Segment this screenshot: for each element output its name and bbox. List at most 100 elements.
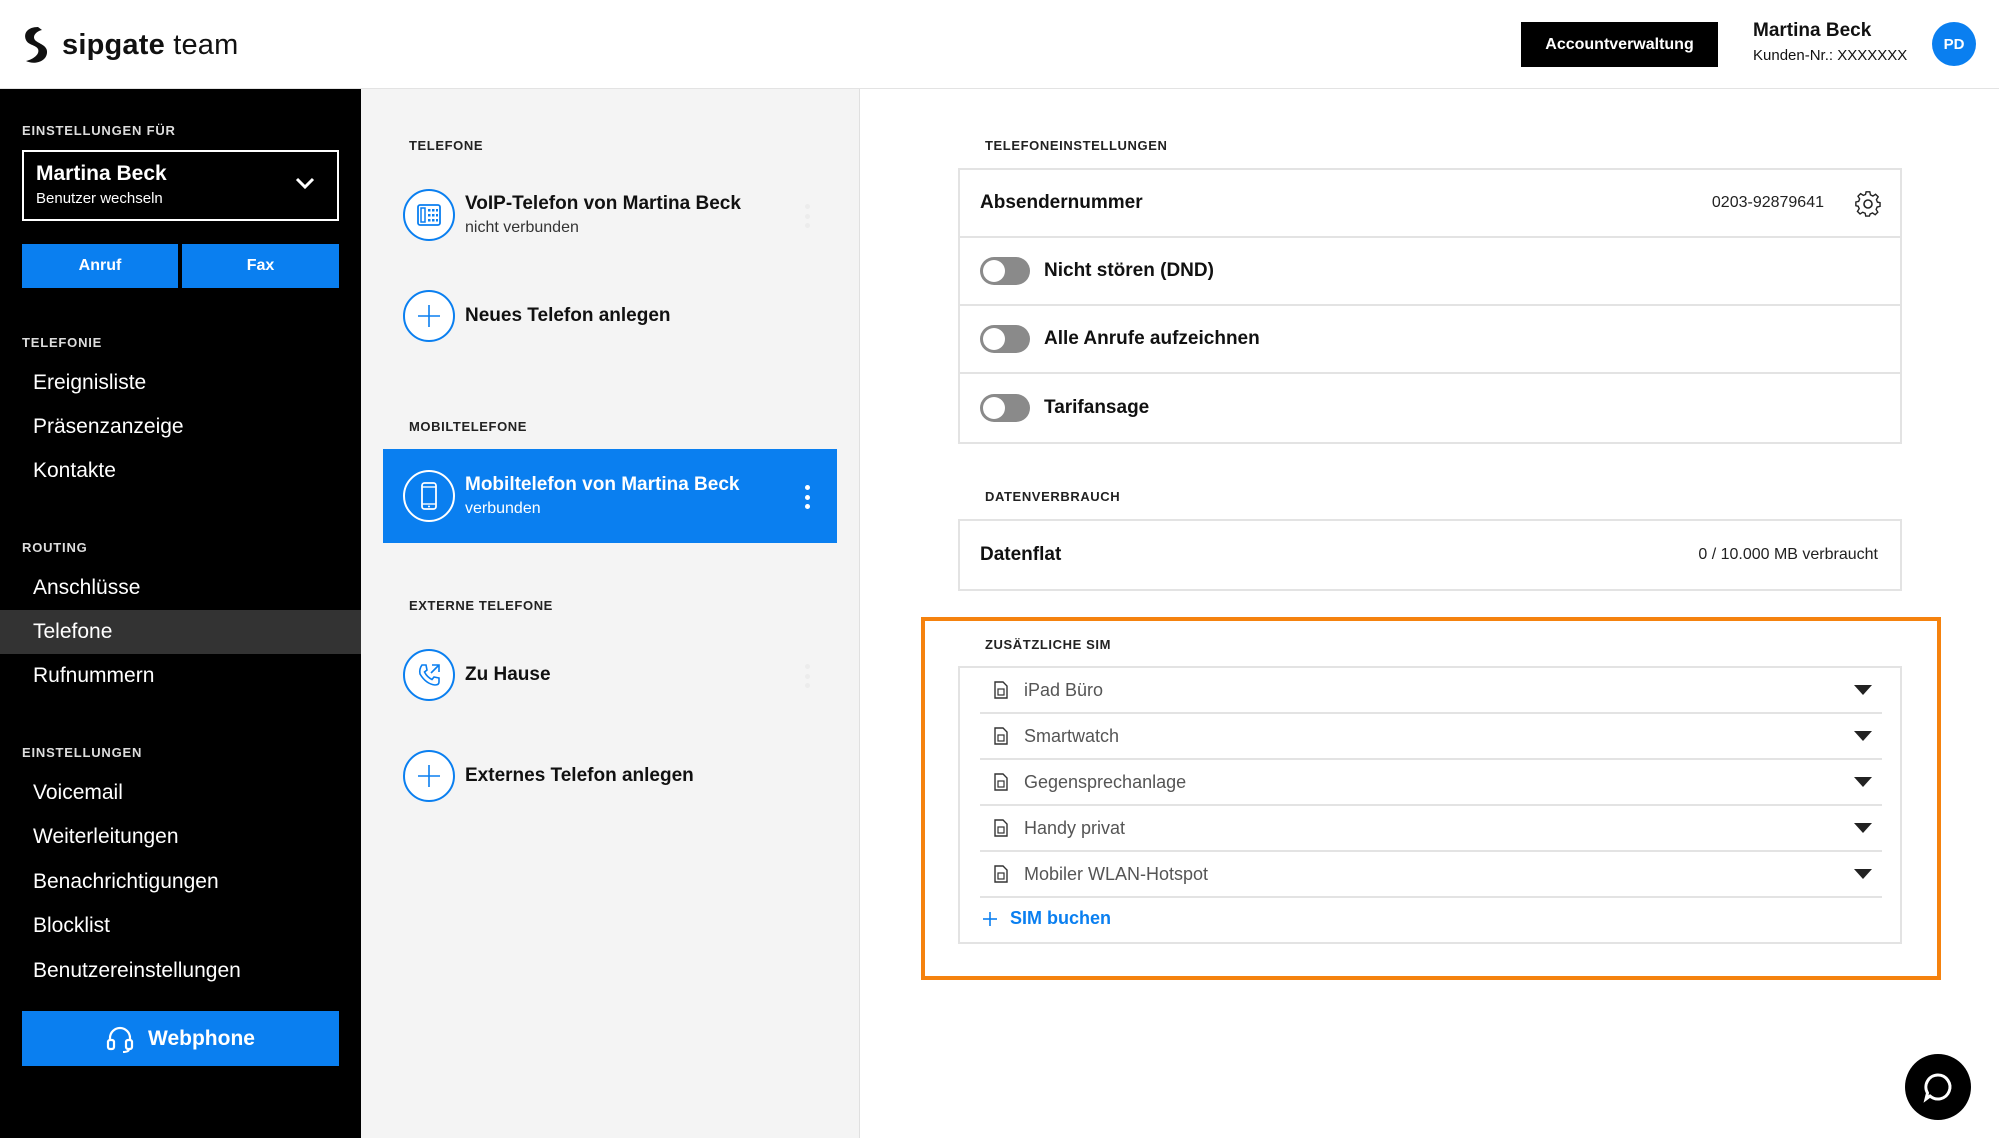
dnd-row: Nicht stören (DND) (960, 238, 1900, 306)
section-datenverbrauch: DATENVERBRAUCH (985, 489, 1121, 504)
current-user-name: Martina Beck (36, 162, 167, 185)
extra-sim-card: iPad Büro Smartwatch Gegensprechanlage H… (958, 666, 1902, 944)
gear-icon[interactable] (1854, 190, 1882, 218)
sim-item-ipad-buero[interactable]: iPad Büro (980, 668, 1882, 714)
record-calls-toggle[interactable] (980, 325, 1030, 353)
sim-card-icon (994, 681, 1008, 699)
sender-number-label: Absendernummer (980, 192, 1143, 213)
sim-item-handy-privat[interactable]: Handy privat (980, 806, 1882, 852)
caret-down-icon[interactable] (1854, 823, 1872, 833)
phone-item-zu-hause[interactable]: Zu Hause (383, 628, 837, 722)
top-header: sipgate team Accountverwaltung Martina B… (0, 0, 1999, 89)
add-external-phone-label: Externes Telefon anlegen (465, 765, 694, 786)
sim-item-smartwatch[interactable]: Smartwatch (980, 714, 1882, 760)
more-options-icon[interactable] (805, 485, 811, 509)
section-telefoneinstellungen: TELEFONEINSTELLUNGEN (985, 138, 1168, 153)
chevron-down-icon (295, 177, 315, 190)
user-info: Martina Beck Kunden-Nr.: XXXXXXX (1753, 20, 1907, 64)
sidebar-item-praesenzanzeige[interactable]: Präsenzanzeige (0, 405, 361, 449)
phone-item-mobile[interactable]: Mobiltelefon von Martina Beck verbunden (383, 449, 837, 543)
record-calls-label: Alle Anrufe aufzeichnen (1044, 328, 1260, 349)
phone-item-voip[interactable]: VoIP-Telefon von Martina Beck nicht verb… (383, 168, 837, 262)
data-flat-row: Datenflat 0 / 10.000 MB verbraucht (960, 521, 1900, 589)
sidebar-item-ereignisliste[interactable]: Ereignisliste (0, 361, 361, 405)
caret-down-icon[interactable] (1854, 685, 1872, 695)
desk-phone-icon (417, 204, 441, 226)
switch-user-label: Benutzer wechseln (36, 190, 163, 207)
sim-card-icon (994, 727, 1008, 745)
tariff-announcement-toggle[interactable] (980, 394, 1030, 422)
mobile-phone-title: Mobiltelefon von Martina Beck (465, 474, 740, 495)
sidebar-item-telefone[interactable]: Telefone (0, 610, 361, 654)
sipgate-logo-icon (25, 27, 48, 63)
section-einstellungen: EINSTELLUNGEN (22, 745, 143, 760)
sim-card-icon (994, 773, 1008, 791)
more-options-icon[interactable] (805, 664, 811, 688)
headset-icon (106, 1026, 134, 1053)
book-sim-button[interactable]: SIM buchen (982, 908, 1111, 929)
sidebar-item-voicemail[interactable]: Voicemail (0, 771, 361, 815)
section-zusaetzliche-sim: ZUSÄTZLICHE SIM (985, 637, 1111, 652)
fax-button[interactable]: Fax (182, 244, 339, 288)
add-external-phone-button[interactable]: Externes Telefon anlegen (383, 729, 837, 823)
sidebar-item-weiterleitungen[interactable]: Weiterleitungen (0, 815, 361, 859)
webphone-label: Webphone (148, 1026, 255, 1050)
sidebar-item-anschluesse[interactable]: Anschlüsse (0, 566, 361, 610)
voip-phone-title: VoIP-Telefon von Martina Beck (465, 193, 741, 214)
section-mobiltelefone: MOBILTELEFONE (409, 419, 528, 434)
caret-down-icon[interactable] (1854, 731, 1872, 741)
caret-down-icon[interactable] (1854, 777, 1872, 787)
tariff-announcement-label: Tarifansage (1044, 397, 1150, 418)
customer-number: Kunden-Nr.: XXXXXXX (1753, 47, 1908, 64)
sim-item-wlan-hotspot[interactable]: Mobiler WLAN-Hotspot (980, 852, 1882, 898)
add-phone-label: Neues Telefon anlegen (465, 305, 671, 326)
section-telefone: TELEFONE (409, 138, 484, 153)
sidebar: EINSTELLUNGEN FÜR Martina Beck Benutzer … (0, 89, 361, 1138)
phone-settings-card: Absendernummer 0203-92879641 Nicht störe… (958, 168, 1902, 444)
call-button[interactable]: Anruf (22, 244, 178, 288)
settings-for-label: EINSTELLUNGEN FÜR (22, 123, 176, 138)
sidebar-item-blocklist[interactable]: Blocklist (0, 904, 361, 948)
record-calls-row: Alle Anrufe aufzeichnen (960, 306, 1900, 374)
caret-down-icon[interactable] (1854, 869, 1872, 879)
chat-button[interactable] (1905, 1054, 1971, 1120)
brand-suffix: team (173, 28, 239, 61)
add-phone-button[interactable]: Neues Telefon anlegen (383, 269, 837, 363)
user-switcher[interactable]: Martina Beck Benutzer wechseln (22, 150, 339, 221)
plus-icon (983, 911, 997, 926)
tariff-announcement-row: Tarifansage (960, 374, 1900, 442)
data-flat-label: Datenflat (980, 544, 1062, 565)
header-user-name: Martina Beck (1753, 20, 1872, 41)
sim-label: Handy privat (1024, 817, 1126, 838)
plus-icon (418, 305, 440, 327)
sidebar-item-rufnummern[interactable]: Rufnummern (0, 654, 361, 698)
sim-label: Mobiler WLAN-Hotspot (1024, 863, 1209, 884)
plus-icon (418, 765, 440, 787)
data-usage-value: 0 / 10.000 MB verbraucht (1698, 546, 1878, 563)
webphone-button[interactable]: Webphone (22, 1011, 339, 1066)
sim-label: Gegensprechanlage (1024, 771, 1187, 792)
dnd-toggle[interactable] (980, 257, 1030, 285)
sim-item-gegensprechanlage[interactable]: Gegensprechanlage (980, 760, 1882, 806)
section-routing: ROUTING (22, 540, 88, 555)
external-phone-icon (418, 664, 440, 686)
avatar[interactable]: PD (1932, 22, 1976, 66)
home-phone-title: Zu Hause (465, 664, 551, 685)
sidebar-item-benachrichtigungen[interactable]: Benachrichtigungen (0, 860, 361, 904)
book-sim-label: SIM buchen (1010, 908, 1112, 928)
sidebar-item-benutzereinstellungen[interactable]: Benutzereinstellungen (0, 949, 361, 993)
sender-number-row: Absendernummer 0203-92879641 (960, 170, 1900, 238)
section-telefonie: TELEFONIE (22, 335, 103, 350)
phones-column: TELEFONE VoIP-Telefon von Martina Beck n… (361, 89, 860, 1138)
account-management-button[interactable]: Accountverwaltung (1521, 22, 1718, 67)
dnd-label: Nicht stören (DND) (1044, 260, 1214, 281)
chat-bubble-icon (1923, 1073, 1952, 1103)
sipgate-logo[interactable]: sipgate team (20, 24, 238, 66)
mobile-phone-status: verbunden (465, 500, 541, 517)
sim-card-icon (994, 865, 1008, 883)
sidebar-item-kontakte[interactable]: Kontakte (0, 449, 361, 493)
sim-label: Smartwatch (1024, 725, 1120, 746)
mobile-phone-icon (421, 482, 437, 510)
sim-label: iPad Büro (1024, 679, 1104, 700)
more-options-icon[interactable] (805, 204, 811, 228)
